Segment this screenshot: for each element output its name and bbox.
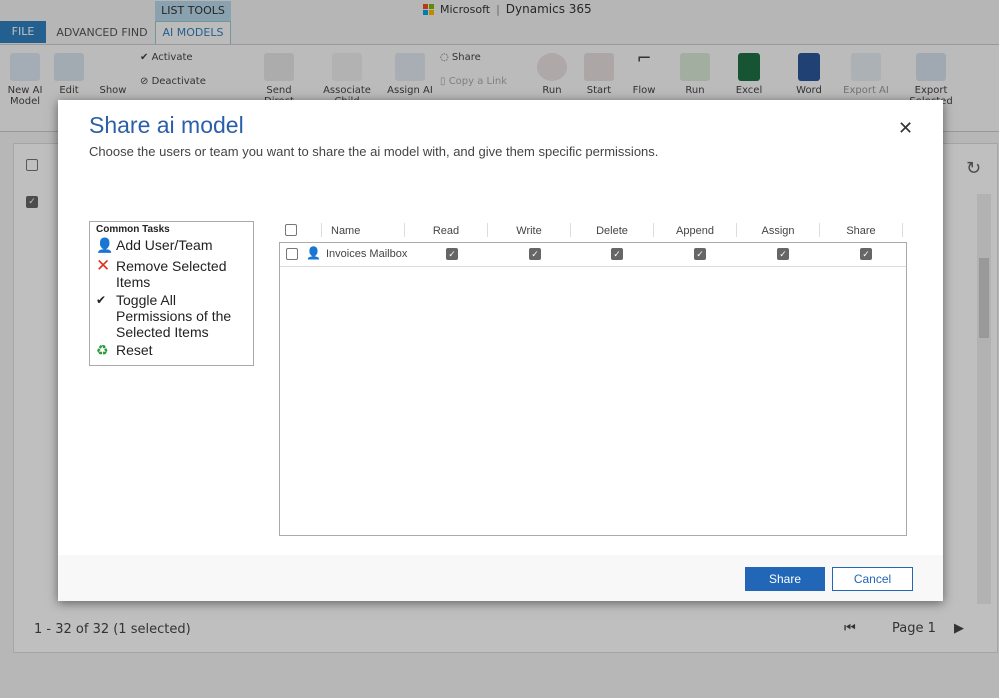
permissions-grid: Name Read Write Delete Append Assign Sha… [279, 220, 907, 536]
share-dialog: Share ai model Choose the users or team … [58, 100, 943, 601]
assign-checkbox[interactable]: ✓ [777, 248, 789, 260]
checkmark-icon: ✔ [96, 293, 107, 307]
dialog-subtitle: Choose the users or team you want to sha… [89, 144, 659, 159]
column-delete[interactable]: Delete [571, 225, 653, 237]
dialog-footer: Share Cancel [58, 555, 943, 601]
add-user-team-task[interactable]: 👤 Add User/Team [90, 237, 253, 253]
delete-checkbox[interactable]: ✓ [611, 248, 623, 260]
close-icon[interactable]: ✕ [898, 118, 913, 139]
user-icon: 👤 [306, 246, 321, 260]
grid-body: 👤 Invoices Mailbox ✓ ✓ ✓ ✓ ✓ ✓ [279, 242, 907, 536]
read-checkbox[interactable]: ✓ [446, 248, 458, 260]
toggle-permissions-task[interactable]: ✔ Toggle All Permissions of the Selected … [90, 292, 253, 340]
row-select-checkbox[interactable] [286, 248, 298, 260]
reset-task[interactable]: ♻ Reset [90, 342, 253, 358]
user-icon: 👤 [96, 237, 114, 253]
share-button[interactable]: Share [745, 567, 825, 591]
column-read[interactable]: Read [405, 225, 487, 237]
red-x-icon: ✕ [96, 256, 111, 275]
column-share[interactable]: Share [820, 225, 902, 237]
select-all-checkbox[interactable] [285, 224, 297, 236]
remove-selected-task[interactable]: ✕ Remove Selected Items [90, 256, 253, 290]
grid-header: Name Read Write Delete Append Assign Sha… [279, 220, 907, 242]
column-assign[interactable]: Assign [737, 225, 819, 237]
append-checkbox[interactable]: ✓ [694, 248, 706, 260]
row-name: Invoices Mailbox [326, 248, 408, 260]
common-tasks-heading: Common Tasks [96, 224, 170, 235]
column-name[interactable]: Name [331, 225, 360, 237]
reset-icon: ♻ [96, 342, 109, 358]
column-append[interactable]: Append [654, 225, 736, 237]
column-write[interactable]: Write [488, 225, 570, 237]
common-tasks-panel: Common Tasks 👤 Add User/Team ✕ Remove Sele… [89, 221, 254, 366]
table-row[interactable]: 👤 Invoices Mailbox ✓ ✓ ✓ ✓ ✓ ✓ [280, 243, 906, 267]
cancel-button[interactable]: Cancel [832, 567, 913, 591]
share-checkbox[interactable]: ✓ [860, 248, 872, 260]
write-checkbox[interactable]: ✓ [529, 248, 541, 260]
dialog-title: Share ai model [89, 112, 244, 138]
